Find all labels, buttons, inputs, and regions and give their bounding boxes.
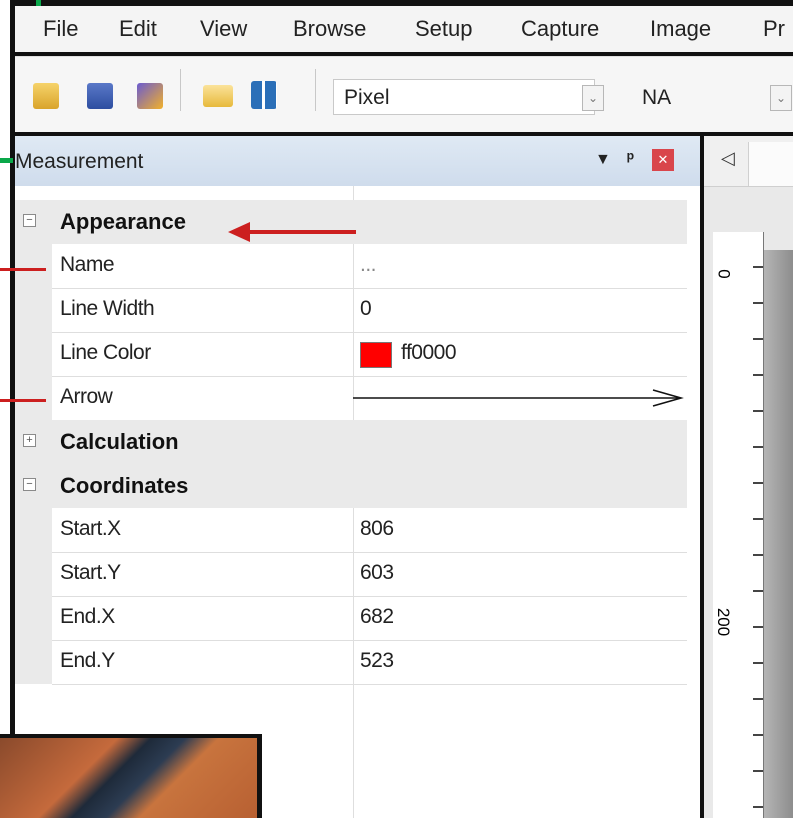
toolbar-separator — [315, 69, 316, 111]
property-value[interactable]: 603 — [360, 561, 394, 585]
color-swatch[interactable] — [360, 342, 392, 368]
ruler-ticks — [753, 232, 763, 818]
row-gutter — [15, 332, 52, 376]
image-folder-icon[interactable] — [203, 85, 233, 107]
category-label: Calculation — [60, 429, 179, 454]
green-marker-top — [36, 0, 41, 6]
property-row-line-width[interactable]: Line Width 0 — [15, 288, 687, 332]
row-gutter — [15, 508, 52, 552]
close-icon[interactable]: ✕ — [652, 149, 674, 171]
property-row-arrow[interactable]: Arrow — [15, 376, 687, 420]
ruler-label-200: 200 — [714, 607, 734, 637]
tab-scroll-left-icon[interactable]: ◁ — [721, 148, 735, 169]
property-value[interactable]: ff0000 — [401, 341, 457, 365]
row-gutter — [15, 640, 52, 684]
category-label: Appearance — [60, 209, 186, 234]
property-name: Start.Y — [60, 561, 121, 584]
property-name: Name — [60, 253, 115, 276]
arrow-annotation-line — [0, 399, 46, 402]
toolbar-divider — [10, 132, 793, 136]
open-folder-icon[interactable] — [33, 83, 59, 109]
menu-divider — [10, 52, 793, 56]
row-gutter — [15, 376, 52, 420]
row-gutter — [15, 552, 52, 596]
property-name: End.X — [60, 605, 115, 628]
menu-image[interactable]: Image — [650, 16, 711, 42]
property-value[interactable]: 806 — [360, 517, 394, 541]
property-value[interactable]: ... — [360, 253, 377, 277]
toolbar-separator — [180, 69, 181, 111]
menu-view[interactable]: View — [200, 16, 247, 42]
row-gutter — [15, 596, 52, 640]
property-value[interactable]: 682 — [360, 605, 394, 629]
green-marker — [0, 158, 13, 163]
expand-icon[interactable]: + — [23, 434, 36, 447]
unit-dropdown-button[interactable]: ⌄ — [582, 85, 604, 111]
category-coordinates[interactable]: − Coordinates — [15, 464, 687, 508]
na-select-value: NA — [642, 86, 672, 109]
measurement-panel-header: Measurement ▼ ᵖ ✕ — [15, 136, 700, 187]
property-row-line-color[interactable]: Line Color ff0000 — [15, 332, 687, 376]
name-annotation-line — [0, 268, 46, 271]
panel-title: Measurement — [15, 150, 144, 173]
property-value[interactable]: 523 — [360, 649, 394, 673]
inset-photo — [0, 734, 262, 818]
property-name: End.Y — [60, 649, 115, 672]
menu-pr[interactable]: Pr — [763, 16, 785, 42]
unit-select-value: Pixel — [344, 86, 390, 109]
property-row-end-x[interactable]: End.X 682 — [15, 596, 687, 640]
menu-bar: File Edit View Browse Setup Capture Imag… — [15, 6, 793, 52]
menu-edit[interactable]: Edit — [119, 16, 157, 42]
unit-select[interactable]: Pixel — [333, 79, 595, 115]
pin-icon[interactable]: ᵖ — [627, 148, 634, 169]
property-row-name[interactable]: Name ... — [15, 244, 687, 288]
property-name: Arrow — [60, 385, 113, 408]
row-divider — [52, 684, 687, 685]
frame-border-left — [10, 0, 15, 818]
image-viewer-pane: ◁ 0 200 — [703, 136, 793, 818]
menu-file[interactable]: File — [43, 16, 78, 42]
inset-photo-image — [0, 738, 257, 818]
appearance-arrow-icon — [228, 222, 356, 242]
grid-add-icon[interactable] — [251, 81, 277, 109]
ruler-label-0: 0 — [714, 269, 734, 279]
screenshot-frame: File Edit View Browse Setup Capture Imag… — [0, 0, 793, 818]
na-select[interactable]: NA — [617, 79, 759, 115]
image-canvas[interactable] — [764, 250, 793, 818]
row-gutter — [15, 244, 52, 288]
property-name: Line Color — [60, 341, 151, 364]
menu-setup[interactable]: Setup — [415, 16, 473, 42]
property-row-start-x[interactable]: Start.X 806 — [15, 508, 687, 552]
arrow-preview-icon[interactable] — [353, 386, 687, 410]
tab-strip: ◁ — [703, 136, 793, 187]
menu-browse[interactable]: Browse — [293, 16, 366, 42]
collapse-icon[interactable]: − — [23, 478, 36, 491]
save-icon[interactable] — [87, 83, 113, 109]
category-calculation[interactable]: + Calculation — [15, 420, 687, 464]
right-dropdown-button[interactable]: ⌄ — [770, 85, 792, 111]
vertical-ruler: 0 200 — [713, 232, 764, 818]
edit-image-icon[interactable] — [137, 83, 163, 109]
property-row-start-y[interactable]: Start.Y 603 — [15, 552, 687, 596]
category-label: Coordinates — [60, 473, 189, 498]
toolbar: Pixel ⌄ NA ⌄ — [15, 56, 793, 135]
property-grid: − Appearance Name ... Line Width 0 Line … — [15, 186, 700, 818]
property-name: Start.X — [60, 517, 121, 540]
frame-border-top — [10, 0, 793, 6]
document-tab[interactable] — [748, 142, 793, 186]
row-gutter — [15, 288, 52, 332]
property-row-end-y[interactable]: End.Y 523 — [15, 640, 687, 684]
collapse-icon[interactable]: − — [23, 214, 36, 227]
panel-dropdown-icon[interactable]: ▼ — [595, 151, 611, 169]
pane-divider — [700, 136, 704, 818]
property-value[interactable]: 0 — [360, 297, 372, 321]
property-name: Line Width — [60, 297, 155, 320]
menu-capture[interactable]: Capture — [521, 16, 599, 42]
